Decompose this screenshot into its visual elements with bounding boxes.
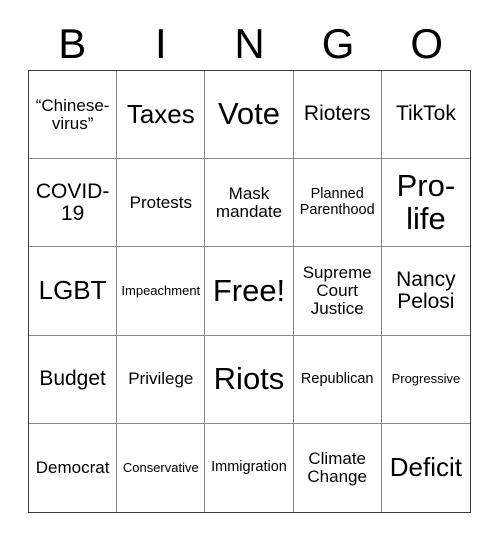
bingo-cell[interactable]: Nancy Pelosi	[381, 247, 470, 336]
bingo-header-letter-i: I	[155, 20, 167, 67]
bingo-header-letter-b: B	[58, 20, 87, 67]
bingo-cell[interactable]: LGBT	[29, 247, 118, 336]
bingo-cell-label: LGBT	[38, 275, 107, 306]
bingo-header-letter-g: G	[321, 20, 355, 67]
bingo-cell[interactable]: Taxes	[117, 71, 206, 160]
bingo-grid: “Chinese-virus” Taxes Vote Rioters TikTok COV…	[28, 70, 471, 513]
bingo-cell-label: Planned Parenthood	[299, 186, 375, 218]
bingo-cell-label: “Chinese-virus”	[35, 95, 110, 133]
bingo-cell[interactable]: “Chinese-virus”	[29, 71, 118, 160]
bingo-cell[interactable]: TikTok	[381, 71, 470, 160]
bingo-cell-label: Mask mandate	[215, 183, 283, 221]
bingo-cell[interactable]: Republican	[293, 335, 382, 424]
bingo-cell-label: Impeachment	[121, 283, 201, 299]
bingo-cell[interactable]: Impeachment	[117, 247, 206, 336]
bingo-cell[interactable]: Mask mandate	[205, 159, 294, 248]
bingo-cell-label: Democrat	[35, 457, 110, 477]
bingo-cell-label: Immigration	[211, 459, 287, 476]
bingo-cell[interactable]: Protests	[117, 159, 206, 248]
bingo-cell-label: Supreme Court Justice	[302, 262, 372, 318]
bingo-cell[interactable]: Climate Change	[293, 423, 382, 512]
bingo-cell[interactable]: Budget	[29, 335, 118, 424]
bingo-cell-label: Protests	[129, 192, 192, 212]
bingo-cell-label: Republican	[300, 370, 374, 387]
bingo-cell[interactable]: Vote	[205, 71, 294, 160]
bingo-cell[interactable]: Pro-life	[381, 159, 470, 248]
bingo-card: B I N G O “Chinese-virus” Taxes Vote Rioter…	[0, 0, 500, 544]
bingo-cell-label: Riots	[213, 360, 285, 396]
bingo-header-letter-n: N	[234, 20, 265, 67]
bingo-cell[interactable]: Free!	[205, 247, 294, 336]
bingo-cell[interactable]: Riots	[205, 335, 294, 424]
bingo-cell[interactable]: Planned Parenthood	[293, 159, 382, 248]
bingo-cell[interactable]: Conservative	[117, 423, 206, 512]
bingo-cell-label: Free!	[212, 272, 286, 308]
bingo-header-letter-o: O	[410, 20, 443, 67]
bingo-cell-label: TikTok	[395, 102, 456, 126]
bingo-cell-label: Taxes	[126, 98, 195, 129]
bingo-cell-label: COVID-19	[35, 179, 110, 225]
bingo-cell[interactable]: Immigration	[205, 423, 294, 512]
bingo-cell[interactable]: Privilege	[117, 335, 206, 424]
bingo-cell-label: Progressive	[391, 371, 461, 387]
bingo-cell-label: Rioters	[303, 102, 371, 126]
bingo-cell[interactable]: Deficit	[381, 423, 470, 512]
bingo-cell-label: Pro-life	[396, 167, 456, 236]
bingo-cell-label: Deficit	[389, 452, 463, 483]
bingo-header-row: B I N G O	[28, 18, 471, 70]
bingo-cell-label: Vote	[217, 96, 281, 132]
bingo-cell-label: Privilege	[128, 369, 194, 389]
bingo-cell[interactable]: Progressive	[381, 335, 470, 424]
bingo-cell[interactable]: Democrat	[29, 423, 118, 512]
bingo-cell[interactable]: Rioters	[293, 71, 382, 160]
bingo-cell[interactable]: COVID-19	[29, 159, 118, 248]
bingo-cell[interactable]: Supreme Court Justice	[293, 247, 382, 336]
bingo-cell-label: Climate Change	[307, 448, 367, 486]
bingo-cell-label: Budget	[39, 367, 106, 391]
bingo-cell-label: Nancy Pelosi	[396, 267, 456, 313]
bingo-cell-label: Conservative	[122, 460, 199, 475]
